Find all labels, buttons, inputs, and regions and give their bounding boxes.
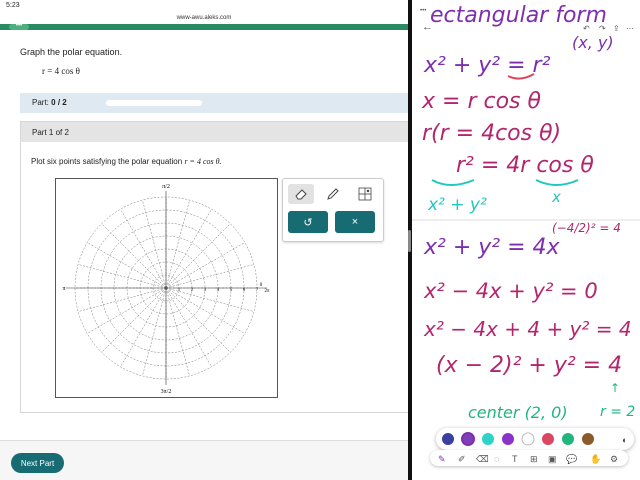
note-brace-left bbox=[431, 179, 475, 186]
pencil-icon[interactable] bbox=[320, 184, 346, 204]
more-dots-icon[interactable]: ••• bbox=[9, 23, 29, 30]
polar-ray bbox=[165, 242, 245, 289]
polar-ray bbox=[165, 264, 254, 289]
radial-label: 6 bbox=[243, 288, 246, 293]
note-line-1: ectangular form bbox=[430, 3, 607, 28]
palette-color-swatch[interactable] bbox=[542, 433, 554, 445]
note-line-15: r = 2 bbox=[600, 404, 635, 420]
part-header: Part 1 of 2 bbox=[21, 122, 408, 142]
settings-tool-icon[interactable]: ⚙ bbox=[610, 454, 618, 464]
shape-tool-icon[interactable]: ⊞ bbox=[530, 454, 538, 464]
graph-tool-panel: ↺ × bbox=[282, 178, 384, 242]
eraser-icon[interactable] bbox=[288, 184, 314, 204]
point-grid-icon[interactable] bbox=[352, 184, 378, 204]
polar-graph[interactable]: π/2 π 0 2π 3π/2 1 2 3 4 5 6 7 bbox=[55, 178, 278, 398]
polar-ray bbox=[165, 200, 190, 289]
radial-label: 3 bbox=[204, 288, 207, 293]
url-bar[interactable]: www-awu.aleks.com bbox=[0, 12, 408, 24]
lasso-tool-icon[interactable]: ◌ bbox=[494, 454, 499, 464]
note-line-5: r(r = 4cos θ) bbox=[422, 121, 561, 146]
progress-track bbox=[106, 100, 202, 106]
color-palette: ◐ bbox=[436, 428, 634, 450]
note-line-6: r² = 4r cos θ bbox=[456, 153, 594, 178]
share-icon[interactable]: ⇪ bbox=[613, 24, 620, 33]
divider-handle[interactable] bbox=[408, 230, 411, 252]
note-line-8: x bbox=[551, 188, 561, 206]
pen-tool-icon[interactable]: ✎ bbox=[438, 454, 446, 464]
notes-menu-dots-icon[interactable]: ••• bbox=[420, 8, 426, 14]
label-2pi: 2π bbox=[264, 289, 270, 294]
instruction-equation: r = 4 cos θ. bbox=[184, 157, 222, 166]
note-line-4: x = r cos θ bbox=[421, 89, 541, 114]
highlighter-tool-icon[interactable]: ✐ bbox=[458, 454, 466, 464]
next-part-button[interactable]: Next Part bbox=[11, 453, 64, 473]
aleks-panel: 5:23 www-awu.aleks.com ••• Graph the pol… bbox=[0, 0, 408, 480]
polar-ray bbox=[120, 287, 167, 367]
radial-label: 7 bbox=[256, 288, 259, 293]
note-line-9: x² + y² = 4x bbox=[423, 235, 561, 260]
palette-color-swatch[interactable] bbox=[461, 432, 475, 446]
instruction: Plot six points satisfying the polar equ… bbox=[31, 157, 222, 166]
polar-ray bbox=[87, 287, 167, 334]
polar-ray bbox=[101, 223, 167, 289]
note-line-2: (x, y) bbox=[572, 33, 614, 52]
palette-color-swatch[interactable] bbox=[562, 433, 574, 445]
note-line-12: x² − 4x + 4 + y² = 4 bbox=[423, 317, 632, 341]
question-title: Graph the polar equation. bbox=[20, 47, 123, 57]
palette-color-swatch[interactable] bbox=[582, 433, 594, 445]
note-brace-right bbox=[535, 179, 579, 186]
palette-more-icon[interactable]: ◐ bbox=[622, 435, 627, 445]
polar-ray bbox=[165, 287, 190, 376]
image-tool-icon[interactable]: ▣ bbox=[548, 454, 557, 464]
note-line-7: x² + y² bbox=[427, 195, 487, 215]
eraser-tool-icon[interactable]: ⌫ bbox=[476, 454, 489, 464]
radial-label: 4 bbox=[217, 288, 220, 293]
polar-ray bbox=[101, 287, 167, 353]
palette-color-swatch[interactable] bbox=[442, 433, 454, 445]
polar-ray bbox=[78, 287, 167, 312]
note-line-10: (−4/2)² = 4 bbox=[552, 221, 621, 235]
polar-ray bbox=[165, 287, 212, 367]
status-bar: 5:23 bbox=[0, 0, 408, 12]
label-0: 0 bbox=[260, 283, 263, 288]
part-progress-bar: Part: 0 / 2 bbox=[20, 93, 408, 113]
clock: 5:23 bbox=[6, 2, 20, 9]
hand-tool-icon[interactable]: ✋ bbox=[590, 453, 601, 464]
part-header-label: Part 1 of 2 bbox=[32, 128, 69, 137]
polar-ray bbox=[165, 287, 245, 334]
part-progress-count: 0 / 2 bbox=[51, 98, 67, 107]
note-line-13: (x − 2)² + y² = 4 bbox=[436, 353, 622, 378]
palette-color-swatch[interactable] bbox=[482, 433, 494, 445]
clear-button[interactable]: × bbox=[335, 211, 375, 233]
more-icon[interactable]: ⋯ bbox=[626, 24, 634, 33]
label-3pi-over-2: 3π/2 bbox=[161, 389, 172, 395]
comment-tool-icon[interactable]: 💬 bbox=[566, 453, 577, 464]
polar-ray bbox=[142, 287, 167, 376]
polar-ray bbox=[165, 209, 212, 289]
header-bar: ••• bbox=[0, 23, 408, 30]
polar-ray bbox=[120, 209, 167, 289]
note-arrow-up: ↑ bbox=[610, 381, 620, 395]
label-pi-over-2: π/2 bbox=[162, 184, 170, 190]
drawing-tool-row: ✎ ✐ ⌫ ◌ T ⊞ ▣ 💬 ✋ ⚙ bbox=[430, 450, 628, 466]
note-line-14: center (2, 0) bbox=[468, 403, 568, 422]
part-progress-label: Part: 0 / 2 bbox=[32, 98, 67, 107]
polar-ray bbox=[142, 200, 167, 289]
radial-label: 5 bbox=[230, 288, 233, 293]
radial-label: 1 bbox=[178, 288, 181, 293]
radial-label: 2 bbox=[191, 288, 194, 293]
undo-button[interactable]: ↺ bbox=[288, 211, 328, 233]
palette-color-swatch[interactable] bbox=[521, 432, 535, 446]
note-line-11: x² − 4x + y² = 0 bbox=[423, 279, 598, 303]
polar-ray bbox=[165, 223, 231, 289]
question-equation: r = 4 cos θ bbox=[42, 66, 80, 76]
polar-ray bbox=[78, 264, 167, 289]
label-pi: π bbox=[62, 286, 65, 292]
palette-color-swatch[interactable] bbox=[502, 433, 514, 445]
notes-panel[interactable]: ← ↶ ↷ ⇪ ⋯ ••• ectangular form (x, y) x² … bbox=[412, 0, 640, 480]
polar-ray bbox=[165, 287, 231, 353]
polar-ray bbox=[87, 242, 167, 289]
text-tool-icon[interactable]: T bbox=[512, 454, 518, 464]
